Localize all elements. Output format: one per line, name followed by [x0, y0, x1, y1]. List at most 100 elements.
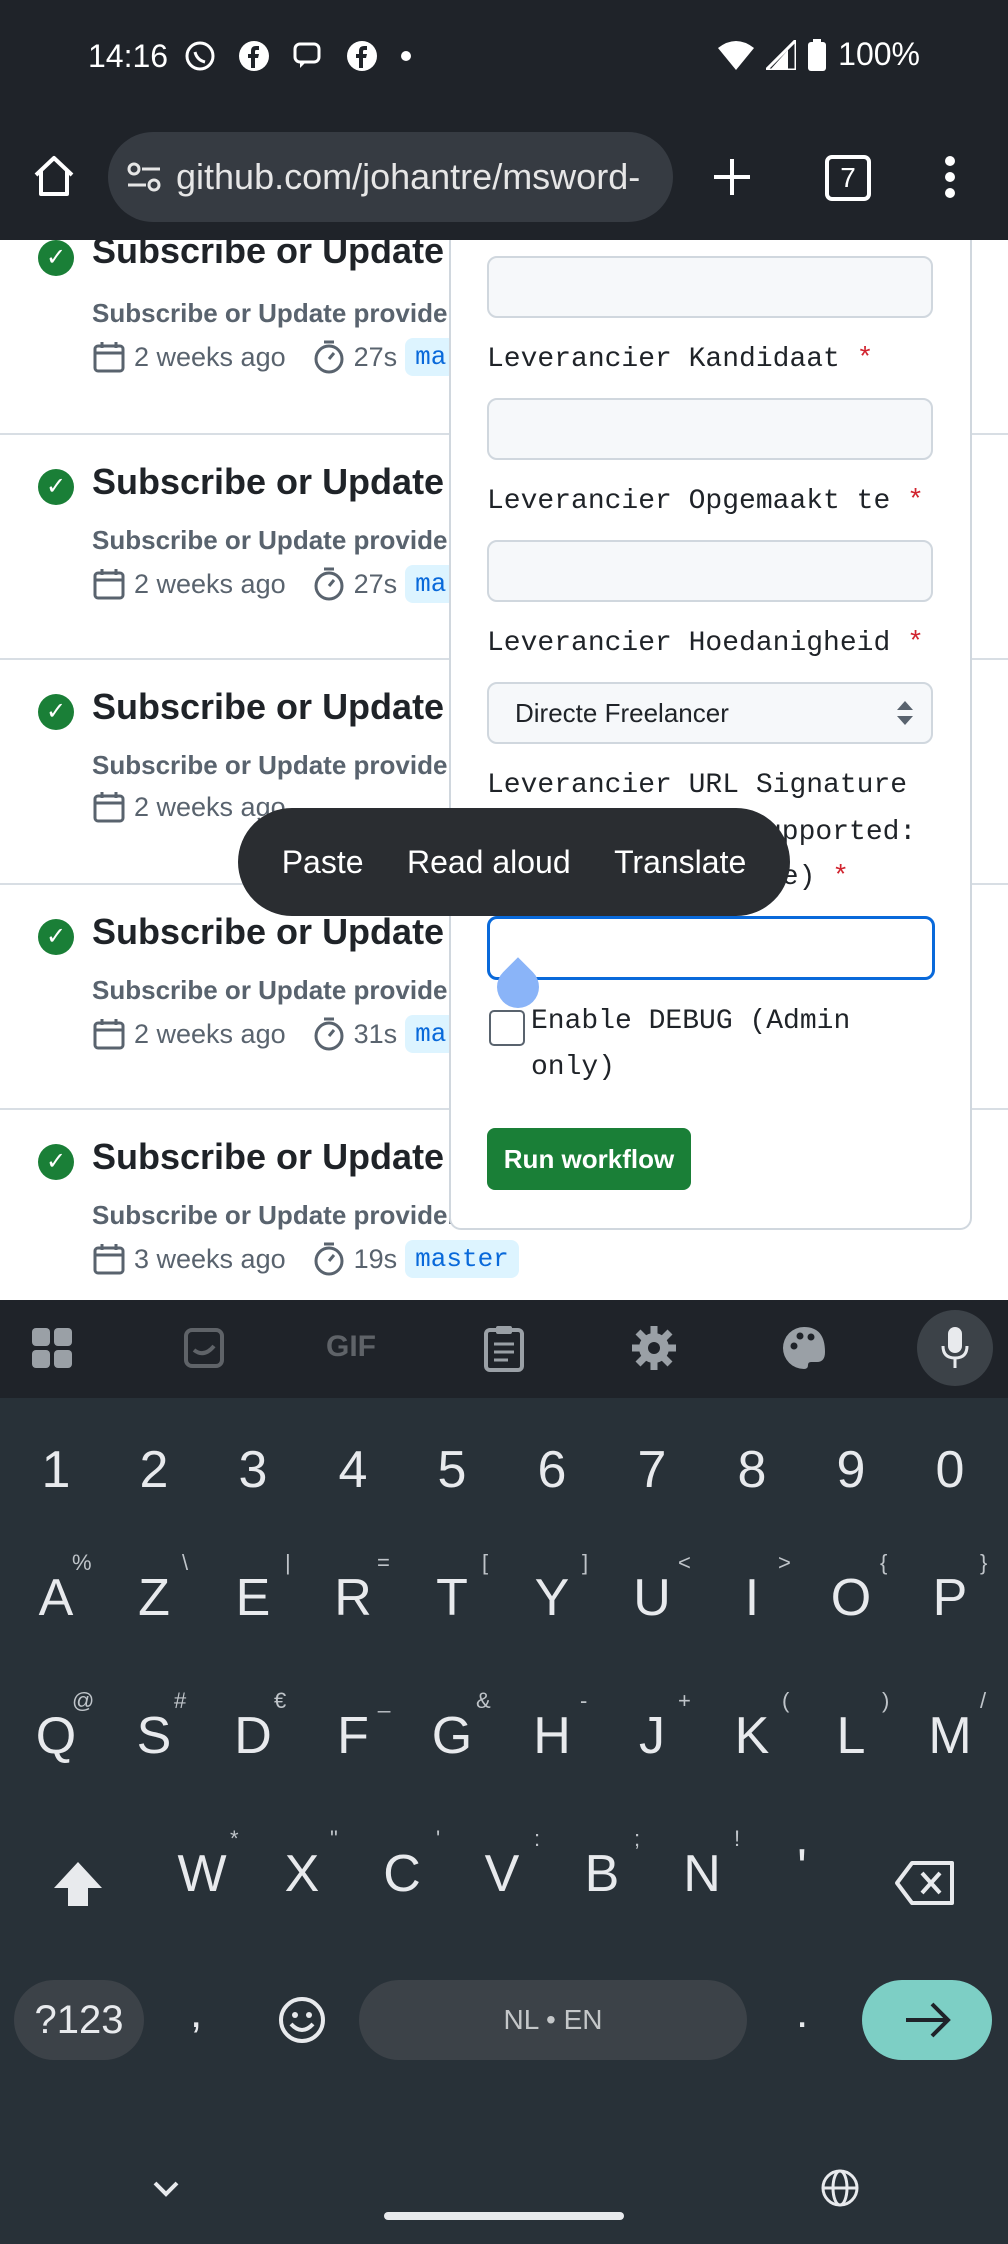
run-duration: 31s	[353, 1018, 398, 1049]
label-url-line2: upported:	[765, 817, 917, 848]
run-title[interactable]: Subscribe or Update p	[92, 686, 476, 728]
key-b[interactable]: B	[562, 1844, 642, 1904]
key-j[interactable]: J	[612, 1706, 692, 1766]
key-period[interactable]: .	[796, 1988, 808, 2038]
key-m[interactable]: M	[910, 1706, 990, 1766]
key-o[interactable]: O	[811, 1568, 891, 1628]
key-6[interactable]: 6	[512, 1440, 592, 1500]
text-selection-menu: Paste Read aloud Translate	[238, 808, 790, 916]
tab-switcher-button[interactable]: 7	[825, 155, 871, 201]
calendar-icon	[93, 1019, 125, 1050]
key-i[interactable]: I	[712, 1568, 792, 1628]
site-settings-icon[interactable]	[126, 161, 162, 193]
key-0[interactable]: 0	[910, 1440, 990, 1500]
key-t[interactable]: T	[412, 1568, 492, 1628]
required-mark: *	[832, 862, 850, 893]
key-f[interactable]: F	[313, 1706, 393, 1766]
enter-key[interactable]	[862, 1980, 992, 2060]
run-workflow-button[interactable]: Run workflow	[487, 1128, 691, 1190]
run-title[interactable]: Subscribe or Update p	[92, 911, 476, 953]
key-n[interactable]: N	[662, 1844, 742, 1904]
branch-badge[interactable]: master	[405, 1240, 519, 1278]
key-3[interactable]: 3	[213, 1440, 293, 1500]
key-r[interactable]: R	[313, 1568, 393, 1628]
hoedanigheid-selected-value: Directe Freelancer	[515, 697, 729, 728]
shift-icon[interactable]	[52, 1860, 104, 1908]
key-x[interactable]: X	[262, 1844, 342, 1904]
home-icon[interactable]	[32, 153, 76, 199]
symbols-key[interactable]: ?123	[14, 1980, 144, 2060]
settings-gear-icon[interactable]	[630, 1324, 678, 1372]
theme-palette-icon[interactable]	[780, 1324, 828, 1372]
new-tab-icon[interactable]	[712, 157, 752, 197]
label-hoedanigheid-text: Leverancier Hoedanigheid	[487, 628, 891, 659]
key-l[interactable]: L	[811, 1706, 891, 1766]
stopwatch-icon	[314, 1017, 344, 1051]
facebook-icon-2	[347, 41, 377, 71]
calendar-icon	[93, 1244, 125, 1275]
url-signature-input[interactable]	[487, 916, 935, 980]
label-opgemaakt: Leverancier Opgemaakt te *	[487, 486, 924, 517]
apps-grid-icon[interactable]	[30, 1326, 74, 1370]
clipboard-icon[interactable]	[482, 1324, 526, 1372]
key-k[interactable]: K	[712, 1706, 792, 1766]
key-y[interactable]: Y	[512, 1568, 592, 1628]
wifi-icon	[718, 40, 755, 70]
debug-checkbox[interactable]	[489, 1010, 525, 1046]
debug-label-line1: Enable DEBUG (Admin	[531, 1006, 851, 1037]
key-8[interactable]: 8	[712, 1440, 792, 1500]
key-q[interactable]: Q	[16, 1706, 96, 1766]
arrow-right-icon	[906, 2002, 951, 2038]
key-u[interactable]: U	[612, 1568, 692, 1628]
key-7[interactable]: 7	[612, 1440, 692, 1500]
run-age: 2 weeks ago	[134, 341, 286, 372]
url-bar[interactable]: github.com/johantre/msword-	[108, 132, 673, 222]
more-options-icon[interactable]	[944, 155, 956, 199]
status-bar: 14:16 100%	[0, 0, 1008, 115]
hide-keyboard-icon[interactable]	[152, 2180, 180, 2198]
key-c[interactable]: C	[362, 1844, 442, 1904]
language-globe-icon[interactable]	[820, 2168, 860, 2208]
key-z[interactable]: Z	[114, 1568, 194, 1628]
key-apostrophe[interactable]: '	[762, 1838, 842, 1898]
opgemaakt-input[interactable]	[487, 540, 933, 602]
emoji-icon[interactable]	[278, 1996, 326, 2044]
key-v[interactable]: V	[462, 1844, 542, 1904]
hoedanigheid-select[interactable]: Directe Freelancer	[487, 682, 933, 744]
key-p[interactable]: P	[910, 1568, 990, 1628]
gif-icon[interactable]: GIF	[326, 1330, 376, 1364]
key-h[interactable]: H	[512, 1706, 592, 1766]
key-w[interactable]: W	[162, 1844, 242, 1904]
key-comma[interactable]: ,	[190, 1988, 202, 2038]
run-age: 2 weeks ago	[134, 1018, 286, 1049]
key-s[interactable]: S	[114, 1706, 194, 1766]
key-a[interactable]: A	[16, 1568, 96, 1628]
run-title[interactable]: Subscribe or Update p	[92, 461, 476, 503]
voice-input-button[interactable]	[917, 1310, 993, 1386]
key-d[interactable]: D	[213, 1706, 293, 1766]
whatsapp-icon	[185, 41, 215, 71]
run-title[interactable]: Subscribe or Update p	[92, 1136, 476, 1178]
run-subtitle: Subscribe or Update provider	[92, 298, 458, 328]
paste-option[interactable]: Paste	[282, 844, 364, 881]
key-9[interactable]: 9	[811, 1440, 891, 1500]
key-2[interactable]: 2	[114, 1440, 194, 1500]
gesture-nav-bar[interactable]	[384, 2212, 624, 2220]
key-e[interactable]: E	[213, 1568, 293, 1628]
previous-input-field[interactable]	[487, 256, 933, 318]
browser-toolbar: github.com/johantre/msword- 7	[0, 115, 1008, 240]
kandidaat-input[interactable]	[487, 398, 933, 460]
success-check-icon: ✓	[38, 1144, 74, 1180]
sticker-icon[interactable]	[182, 1326, 226, 1370]
key-4[interactable]: 4	[313, 1440, 393, 1500]
read-aloud-option[interactable]: Read aloud	[407, 844, 571, 881]
key-1[interactable]: 1	[16, 1440, 96, 1500]
dot-icon	[401, 51, 411, 61]
key-5[interactable]: 5	[412, 1440, 492, 1500]
backspace-icon[interactable]	[894, 1860, 956, 1906]
key-g[interactable]: G	[412, 1706, 492, 1766]
space-bar[interactable]: NL • EN	[359, 1980, 747, 2060]
run-title[interactable]: Subscribe or Update p	[92, 240, 476, 272]
translate-option[interactable]: Translate	[614, 844, 746, 881]
battery-percent: 100%	[838, 36, 920, 72]
